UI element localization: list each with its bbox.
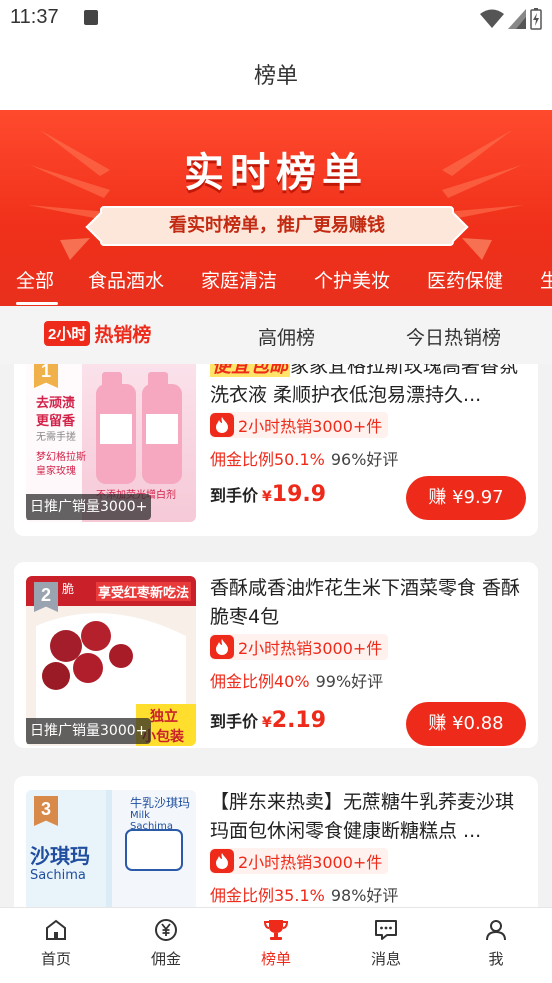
bottom-navigation: 首页 佣金 榜单 消息 我 <box>0 907 552 983</box>
currency-symbol: ¥ <box>262 489 272 505</box>
price-label: 到手价 <box>210 486 259 505</box>
thumb-text: 独立 <box>150 709 178 725</box>
product-image[interactable]: 沙琪玛 Sachima 牛乳沙琪玛 Milk Sachima 3 <box>26 790 196 907</box>
nav-label: 消息 <box>370 950 401 968</box>
product-title[interactable]: 便宜包邮 家家宜格拉斯玫瑰高奢香氛洗衣液 柔顺护衣低泡易漂持久... <box>210 364 526 410</box>
final-price: 到手价 ¥19.9 <box>210 482 326 507</box>
nav-messages[interactable]: 消息 <box>346 918 426 969</box>
commission-rate: 佣金比例40% <box>210 672 310 691</box>
wifi-icon <box>480 9 504 28</box>
tab-high-commission[interactable]: 高佣榜 <box>258 323 315 350</box>
good-rate: 99%好评 <box>315 672 384 691</box>
yuan-coin-icon <box>155 919 177 941</box>
tab-all[interactable]: 全部 <box>16 266 54 293</box>
nav-ranking[interactable]: 榜单 <box>236 918 316 969</box>
good-rate: 98%好评 <box>330 886 399 905</box>
tab-health[interactable]: 医药保健 <box>427 266 503 293</box>
active-tab-indicator <box>16 302 58 305</box>
thumb-text: 去顽渍 <box>36 396 76 411</box>
category-tabs: 全部 食品酒水 家庭清洁 个护美妆 医药保健 生 <box>0 256 552 306</box>
tab-2h-hot-sales[interactable]: 2小时 热销榜 <box>44 320 151 347</box>
currency-symbol: ¥ <box>262 715 272 731</box>
earn-button[interactable]: 赚 ¥0.88 <box>406 702 526 746</box>
final-price: 到手价 ¥2.19 <box>210 708 326 733</box>
fire-icon <box>210 849 234 873</box>
page-title: 榜单 <box>253 64 298 89</box>
nav-label: 佣金 <box>150 950 181 968</box>
banner-title: 实时榜单 <box>184 150 368 196</box>
product-list[interactable]: 去顽渍 更留香 无需手搓 梦幻格拉斯 皇家玫瑰 不添加荧光增白剂 1 日推广销量… <box>0 364 552 907</box>
notification-icon <box>84 10 98 25</box>
commission-rate: 佣金比例50.1% <box>210 450 325 469</box>
fire-icon <box>210 413 234 437</box>
message-icon <box>375 920 397 940</box>
nav-home[interactable]: 首页 <box>16 918 96 969</box>
tab-home-cleaning[interactable]: 家庭清洁 <box>201 266 277 293</box>
status-icons <box>480 8 542 30</box>
thumb-text: 无需手搓 <box>36 432 76 443</box>
earn-button[interactable]: 赚 ¥9.97 <box>406 476 526 520</box>
thumb-text: 脆 <box>62 582 75 596</box>
product-title[interactable]: 香酥咸香油炸花生米下酒菜零食 香酥脆枣4包 <box>210 574 526 632</box>
banner-subtitle: 看实时榜单，推广更易赚钱 <box>100 206 454 246</box>
nav-profile[interactable]: 我 <box>456 918 536 969</box>
product-card[interactable]: 去顽渍 更留香 无需手搓 梦幻格拉斯 皇家玫瑰 不添加荧光增白剂 1 日推广销量… <box>14 364 538 536</box>
product-image[interactable]: 去顽渍 更留香 无需手搓 梦幻格拉斯 皇家玫瑰 不添加荧光增白剂 1 日推广销量… <box>26 364 196 522</box>
commission-info: 佣金比例35.1% 98%好评 <box>210 882 398 906</box>
thumb-text: 享受红枣新吃法 <box>96 582 192 601</box>
hot-sales-text: 2小时热销3000+件 <box>238 417 383 436</box>
thumb-text: 牛乳沙琪玛 <box>130 796 191 810</box>
product-card[interactable]: 沙琪玛 Sachima 牛乳沙琪玛 Milk Sachima 3 【胖东来热卖】… <box>14 776 538 907</box>
nav-label: 榜单 <box>260 950 291 968</box>
battery-icon <box>530 8 542 30</box>
trophy-icon <box>263 920 289 940</box>
hot-sales-tag: 2小时热销3000+件 <box>210 412 389 438</box>
signal-icon <box>508 9 526 29</box>
thumb-text: Milk Sachima <box>130 810 173 832</box>
user-icon <box>486 920 506 941</box>
status-bar: 11:37 <box>0 0 552 36</box>
commission-rate: 佣金比例35.1% <box>210 886 325 905</box>
thumb-text: 皇家玫瑰 <box>36 466 76 477</box>
thumb-text: 更留香 <box>36 414 76 429</box>
price-value: 2.19 <box>271 708 327 733</box>
thumb-text: 沙琪玛 <box>30 844 90 868</box>
nav-label: 首页 <box>40 950 71 968</box>
commission-info: 佣金比例40% 99%好评 <box>210 668 383 692</box>
product-card[interactable]: 享受红枣新吃法 独立 小包装 脆 2 日推广销量3000+ 香酥咸香油炸花生米下… <box>14 562 538 748</box>
product-title[interactable]: 【胖东来热卖】无蔗糖牛乳荞麦沙琪玛面包休闲零食健康断糖糕点 ... <box>210 788 526 846</box>
tab-food-drinks[interactable]: 食品酒水 <box>88 266 164 293</box>
nav-commission[interactable]: 佣金 <box>126 918 206 969</box>
promo-tag: 便宜包邮 <box>210 364 291 377</box>
tab-today-hot[interactable]: 今日热销榜 <box>406 323 501 350</box>
tab-label: 热销榜 <box>94 324 152 346</box>
daily-sales-badge: 日推广销量3000+ <box>26 718 152 744</box>
good-rate: 96%好评 <box>330 450 399 469</box>
price-label: 到手价 <box>210 712 259 731</box>
2h-badge: 2小时 <box>44 321 91 346</box>
fire-icon <box>210 635 234 659</box>
status-time: 11:37 <box>10 6 59 28</box>
thumb-text: Sachima <box>30 868 86 883</box>
ranking-type-tabs: 2小时 热销榜 高佣榜 今日热销榜 <box>0 306 552 364</box>
tab-more[interactable]: 生 <box>540 266 552 293</box>
hot-sales-text: 2小时热销3000+件 <box>238 639 383 658</box>
home-icon <box>46 919 66 940</box>
commission-info: 佣金比例50.1% 96%好评 <box>210 446 398 470</box>
app-header: 榜单 <box>0 36 552 110</box>
tab-beauty-care[interactable]: 个护美妆 <box>314 266 390 293</box>
hot-sales-text: 2小时热销3000+件 <box>238 853 383 872</box>
product-image[interactable]: 享受红枣新吃法 独立 小包装 脆 2 日推广销量3000+ <box>26 576 196 746</box>
nav-label: 我 <box>488 950 504 968</box>
daily-sales-badge: 日推广销量3000+ <box>26 494 152 520</box>
thumb-text: 梦幻格拉斯 <box>36 452 86 463</box>
hot-sales-tag: 2小时热销3000+件 <box>210 848 389 874</box>
hot-sales-tag: 2小时热销3000+件 <box>210 634 389 660</box>
price-value: 19.9 <box>271 482 327 507</box>
